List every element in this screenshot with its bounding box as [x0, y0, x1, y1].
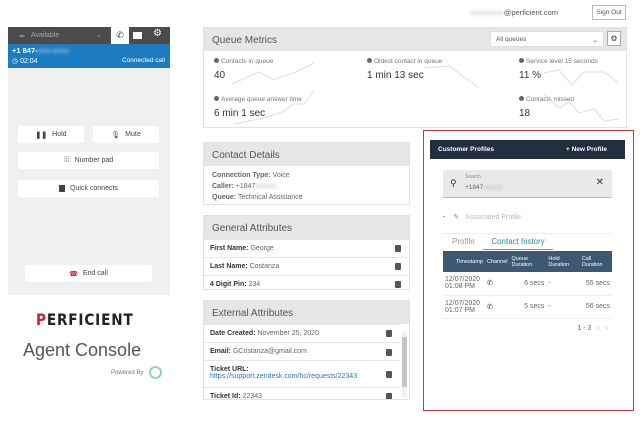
pagination: 1 - 3 ‹ › [577, 324, 608, 332]
attribute-row: Email: GCostanza@gmail.com [204, 342, 400, 360]
contact-history-table: Timestamp Channel Queue Duration Hold Durat… [443, 251, 612, 319]
attribute-row: 4 Digit Pin: 234 [204, 275, 409, 293]
prev-page-icon[interactable]: ‹ [597, 325, 599, 332]
call-timer: ◷ 02:04 [12, 58, 38, 65]
attribute-row: Last Name: Costanza [204, 257, 409, 275]
panel-title: Customer Profiles [438, 146, 494, 153]
queue-metrics-panel: Queue Metrics All queues ⌄ ⚙ Contacts in … [203, 27, 627, 128]
new-profile-button[interactable]: + New Profile [566, 146, 607, 153]
column-header: Channel [485, 251, 510, 272]
search-value: +1847xxxxxx [465, 184, 503, 191]
copy-icon[interactable] [386, 349, 392, 356]
chevron-down-icon: ⌄ [96, 32, 102, 39]
copy-icon[interactable] [395, 281, 401, 288]
external-attributes-panel: External Attributes Date Created: Novemb… [203, 300, 410, 400]
copy-icon[interactable] [395, 263, 401, 270]
search-label: Search [465, 174, 481, 180]
softphone-panel: ☁ Available ⌄ ✆ ⚙ +1 847-xxx-xxxx ◷ 02:04… [8, 27, 170, 295]
attribute-row: Ticket URL: https://support.zendesk.com/h… [204, 360, 400, 387]
copy-icon[interactable] [386, 371, 392, 378]
chat-icon[interactable] [133, 32, 142, 39]
cloud-icon: ☁ [18, 32, 25, 39]
next-page-icon[interactable]: › [606, 325, 608, 332]
sparklines [231, 62, 620, 125]
call-state: Connected call [122, 57, 165, 64]
tab-profile[interactable]: Profile [452, 237, 475, 246]
status-dropdown[interactable]: ☁ Available ⌄ [18, 31, 108, 39]
scrollbar[interactable] [402, 331, 407, 397]
table-row[interactable]: 12/07/2020 01:07 PM ✆ 5 secs -56 secs [443, 295, 612, 319]
clear-icon[interactable]: ✕ [596, 177, 604, 188]
column-header: Timestamp [443, 251, 485, 272]
connection-type: Connection Type: Voice [212, 172, 290, 179]
quick-connects-button[interactable]: Quick connects [18, 180, 159, 197]
copy-icon[interactable] [395, 245, 401, 252]
clock-icon: ◷ [12, 58, 19, 65]
caller: Caller: +1847xxxxxx [212, 183, 277, 190]
column-header: Hold Duration [546, 251, 580, 272]
customer-profiles-panel: Customer Profiles + New Profile ⚲ Search… [430, 140, 625, 340]
amazon-connect-icon [149, 366, 163, 379]
phone-icon: ✆ [485, 295, 510, 319]
app-name: Agent Console [23, 340, 142, 360]
hang-up-icon: ☎ [69, 270, 78, 278]
gear-icon[interactable]: ⚙ [153, 28, 162, 39]
profile-search-input[interactable]: ⚲ Search +1847xxxxxx ✕ [443, 170, 612, 198]
attribute-row: Date Created: November 25, 2020 [204, 324, 400, 342]
associated-profile: - ✎ Associated Profile [443, 214, 522, 221]
keypad-icon: ⁞⁞⁞ [63, 157, 70, 164]
ticket-url-link[interactable]: https://support.zendesk.com/hc/requests/… [210, 373, 357, 380]
perficient-logo: PERFICIENT [36, 310, 134, 329]
panel-title: General Attributes [204, 216, 409, 239]
contact-details-panel: Contact Details Connection Type: Voice C… [203, 142, 410, 205]
attribute-row: First Name: George [204, 239, 409, 257]
edit-icon[interactable]: ✎ [453, 214, 459, 221]
panel-title: External Attributes [204, 301, 409, 324]
user-email: xxxxxxxxx@perficient.com [470, 8, 559, 17]
number-pad-button[interactable]: ⁞⁞⁞ Number pad [18, 152, 159, 169]
queue: Queue: Technical Assistance [212, 194, 303, 201]
pause-icon: ❚❚ [35, 131, 48, 139]
general-attributes-panel: General Attributes First Name: George La… [203, 215, 410, 290]
hold-button[interactable]: ❚❚ Hold [18, 126, 84, 143]
mic-off-icon: 🎙︎ [111, 131, 121, 139]
phone-icon: ✆ [485, 272, 510, 296]
powered-by: Powered By [111, 366, 163, 379]
panel-title: Contact Details [204, 143, 409, 166]
contact-book-icon [59, 185, 66, 192]
mute-button[interactable]: 🎙︎ Mute [93, 126, 159, 143]
column-header: Queue Duration [509, 251, 547, 272]
table-row[interactable]: 12/07/2020 01:08 PM ✆ 6 secs -55 secs [443, 272, 612, 296]
column-header: Call Duration [579, 251, 612, 272]
search-icon: ⚲ [450, 178, 457, 188]
copy-icon[interactable] [386, 330, 392, 337]
copy-icon[interactable] [386, 393, 392, 399]
sign-out-button[interactable]: Sign Out [592, 5, 626, 20]
attribute-row: Ticket Id: 22343 [204, 387, 400, 399]
tab-contact-history[interactable]: Contact history [483, 237, 553, 250]
caller-number: +1 847-xxx-xxxx [12, 46, 70, 55]
end-call-button[interactable]: ☎ End call [25, 265, 152, 282]
phone-tab[interactable]: ✆ [111, 27, 129, 44]
